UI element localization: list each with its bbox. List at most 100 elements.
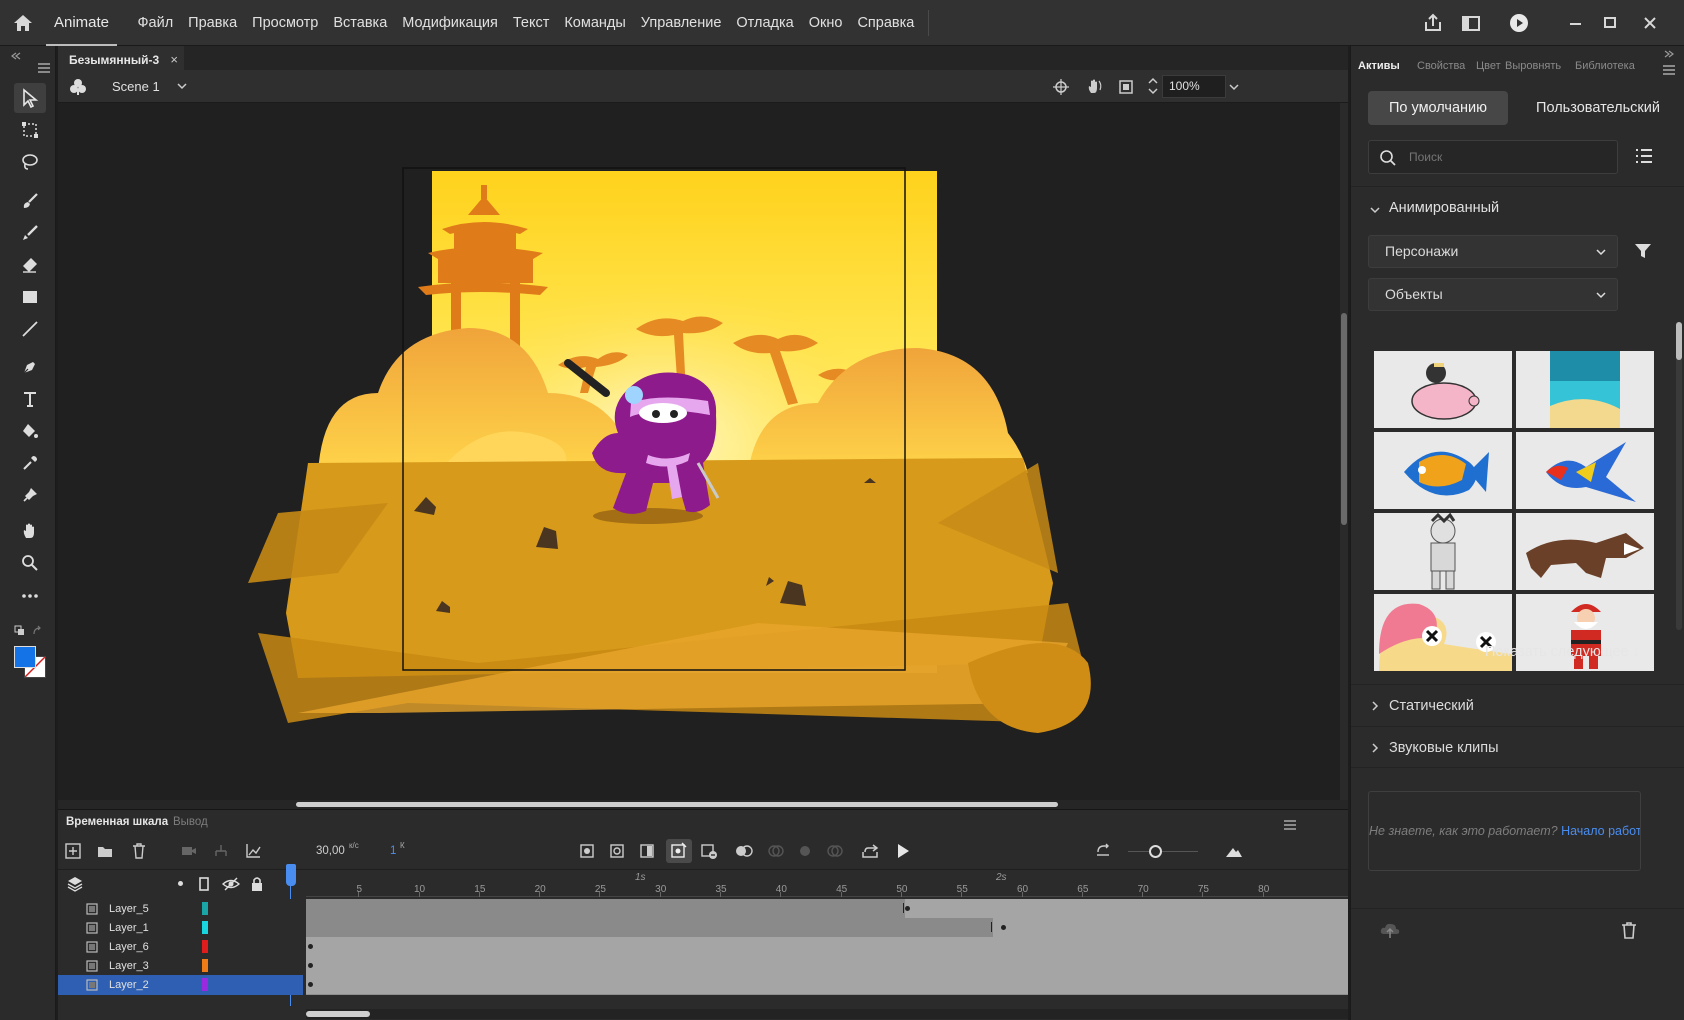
lasso-tool-icon[interactable] <box>14 147 46 177</box>
keyframe[interactable] <box>308 944 313 949</box>
layer-row[interactable]: Layer_5 <box>58 899 303 919</box>
pen-tool-icon[interactable] <box>14 352 46 382</box>
current-frame[interactable]: 1 <box>390 845 396 857</box>
document-tab[interactable]: Безымянный-3 × <box>58 46 184 70</box>
eraser-tool-icon[interactable] <box>14 250 46 280</box>
asset-thumbnail-wolf[interactable] <box>1516 513 1654 590</box>
outline-layers-icon[interactable] <box>198 876 210 895</box>
frame-row[interactable] <box>306 956 1348 976</box>
more-tools-icon[interactable] <box>14 581 46 611</box>
rotate-stage-icon[interactable] <box>1084 77 1104 100</box>
highlight-layers-icon[interactable] <box>178 881 183 886</box>
frame-ruler[interactable]: 1s 2s 5 10 15 20 25 30 35 40 45 50 55 60 65 70 75 80 <box>306 871 1348 897</box>
swap-colors-icon[interactable] <box>32 624 44 640</box>
text-tool-icon[interactable] <box>14 384 46 414</box>
layer-color-swatch[interactable] <box>202 921 208 934</box>
chevron-down-icon[interactable] <box>1369 203 1381 219</box>
menu-text[interactable]: Текст <box>505 0 557 46</box>
layer-row[interactable]: Layer_2 <box>58 975 303 995</box>
hide-layers-icon[interactable] <box>221 875 241 896</box>
free-transform-tool-icon[interactable] <box>14 115 46 145</box>
insert-frame-icon[interactable] <box>638 842 656 863</box>
layer-color-swatch[interactable] <box>202 978 208 991</box>
type-dropdown[interactable]: Объекты <box>1368 278 1618 311</box>
panel-menu-icon[interactable] <box>1663 62 1675 78</box>
layer-row[interactable]: Layer_6 <box>58 937 303 957</box>
tab-timeline[interactable]: Временная шкала <box>66 810 168 834</box>
play-icon[interactable] <box>894 842 912 863</box>
search-input[interactable] <box>1409 147 1609 167</box>
zoom-stepper-icon[interactable] <box>1146 74 1160 101</box>
app-name[interactable]: Animate <box>46 0 118 46</box>
color-swatches[interactable] <box>14 646 48 680</box>
stage-area[interactable] <box>58 103 1340 800</box>
menu-file[interactable]: Файл <box>130 0 181 46</box>
show-more-link[interactable]: Показать следующее ↓ <box>1485 644 1640 660</box>
frame-zoom-slider[interactable] <box>1128 851 1198 852</box>
rectangle-tool-icon[interactable] <box>14 282 46 312</box>
asset-thumbnail-pig[interactable] <box>1374 351 1512 428</box>
clip-content-icon[interactable] <box>1116 77 1136 100</box>
stage-vertical-scrollbar[interactable] <box>1340 103 1348 800</box>
toggle-custom-button[interactable]: Пользовательский <box>1513 91 1683 125</box>
layer-name[interactable]: Layer_1 <box>109 922 149 934</box>
menu-window[interactable]: Окно <box>801 0 850 46</box>
home-icon[interactable] <box>10 11 36 35</box>
layer-color-swatch[interactable] <box>202 959 208 972</box>
tools-menu-icon[interactable] <box>38 60 50 76</box>
add-to-cloud-icon[interactable] <box>1379 920 1401 943</box>
expand-panel-icon[interactable] <box>1663 46 1675 62</box>
workspace-layout-icon[interactable] <box>1459 11 1483 35</box>
timeline-menu-icon[interactable] <box>1284 817 1296 833</box>
tab-output[interactable]: Вывод <box>173 810 208 834</box>
collapse-panel-icon[interactable] <box>10 48 22 64</box>
frame-row[interactable] <box>306 975 1348 995</box>
share-icon[interactable] <box>1421 11 1445 35</box>
layer-name[interactable]: Layer_6 <box>109 941 149 953</box>
pin-tool-icon[interactable] <box>14 480 46 510</box>
maximize-icon[interactable] <box>1598 11 1622 35</box>
menu-help[interactable]: Справка <box>850 0 922 46</box>
playhead[interactable] <box>286 864 296 1006</box>
new-folder-icon[interactable] <box>96 842 114 863</box>
menu-control[interactable]: Управление <box>633 0 729 46</box>
insert-blank-keyframe-icon[interactable] <box>608 842 626 863</box>
keyframe[interactable] <box>308 982 313 987</box>
loop-icon[interactable] <box>860 842 880 863</box>
delete-layer-icon[interactable] <box>130 842 148 863</box>
stage-horizontal-scrollbar[interactable] <box>58 800 1348 809</box>
fps-value[interactable]: 30,00 <box>316 845 345 857</box>
line-tool-icon[interactable] <box>14 314 46 344</box>
asset-thumbnail-parrot[interactable] <box>1516 432 1654 509</box>
section-animated-title[interactable]: Анимированный <box>1389 200 1499 216</box>
brush-tool-icon[interactable] <box>14 218 46 248</box>
playhead-handle[interactable] <box>286 864 296 886</box>
fill-color-swatch[interactable] <box>14 646 36 668</box>
layer-name[interactable]: Layer_3 <box>109 960 149 972</box>
zoom-dropdown-icon[interactable] <box>1228 80 1240 96</box>
new-layer-icon[interactable] <box>64 842 82 863</box>
category-dropdown[interactable]: Персонажи <box>1368 235 1618 268</box>
keyframe[interactable] <box>905 906 910 911</box>
clear-frames-icon[interactable] <box>700 842 718 863</box>
center-frame-icon[interactable] <box>1094 842 1112 863</box>
stage-artwork[interactable] <box>58 103 1340 800</box>
frame-zoom-slider-handle[interactable] <box>1149 845 1162 858</box>
tab-library[interactable]: Библиотека <box>1575 60 1639 72</box>
layers-icon[interactable] <box>66 875 84 896</box>
timeline-scroll-thumb[interactable] <box>306 1011 370 1017</box>
tab-color[interactable]: Цвет <box>1476 60 1501 72</box>
menu-commands[interactable]: Команды <box>557 0 633 46</box>
layer-name[interactable]: Layer_5 <box>109 903 149 915</box>
frame-row[interactable] <box>306 918 1348 938</box>
asset-grid-scrollbar[interactable] <box>1676 322 1682 630</box>
test-movie-icon[interactable] <box>1507 11 1531 35</box>
search-box[interactable] <box>1368 140 1618 174</box>
scene-dropdown-icon[interactable] <box>176 79 188 95</box>
snap-to-objects-icon[interactable] <box>1052 78 1070 99</box>
onion-skin-icon[interactable] <box>734 842 754 863</box>
close-tab-icon[interactable]: × <box>170 48 178 72</box>
scene-name[interactable]: Scene 1 <box>112 79 160 94</box>
menu-view[interactable]: Просмотр <box>245 0 326 46</box>
minimize-icon[interactable] <box>1564 11 1588 35</box>
